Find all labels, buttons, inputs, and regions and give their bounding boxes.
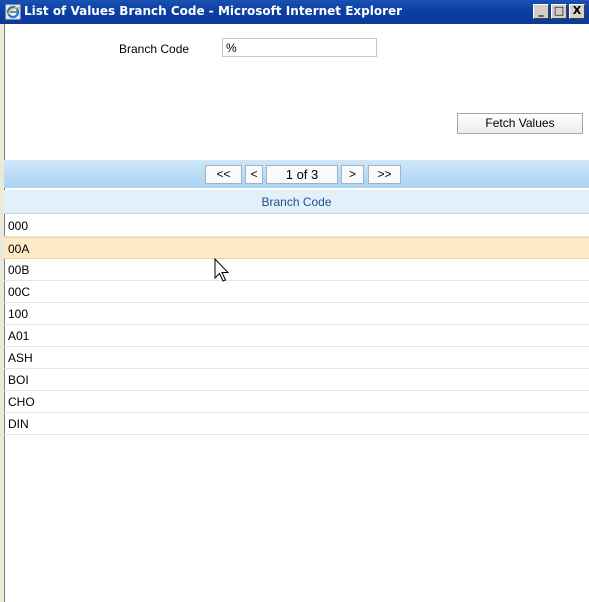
ie-window: List of Values Branch Code - Microsoft I… <box>0 0 589 602</box>
branch-code-input[interactable] <box>222 38 377 57</box>
window-title: List of Values Branch Code - Microsoft I… <box>24 4 403 18</box>
table-row[interactable]: 00B <box>4 259 589 281</box>
table-row[interactable]: CHO <box>4 391 589 413</box>
previous-page-button[interactable]: < <box>245 165 263 184</box>
close-button[interactable]: X <box>569 4 585 19</box>
page-indicator: 1 of 3 <box>266 165 338 184</box>
table-row[interactable]: 000 <box>4 215 589 237</box>
mouse-pointer-icon <box>214 258 230 282</box>
column-header[interactable]: Branch Code <box>4 190 589 214</box>
table-row[interactable]: 00C <box>4 281 589 303</box>
maximize-button[interactable]: □ <box>551 4 567 19</box>
next-page-button[interactable]: > <box>341 165 364 184</box>
table-row[interactable]: 100 <box>4 303 589 325</box>
branch-code-label: Branch Code <box>119 42 190 56</box>
last-page-button[interactable]: >> <box>368 165 401 184</box>
table-row[interactable]: DIN <box>4 413 589 435</box>
pagination-bar: << < 1 of 3 > >> <box>4 160 589 188</box>
table-row-selected[interactable]: 00A <box>4 237 589 259</box>
fetch-values-button[interactable]: Fetch Values <box>457 113 583 134</box>
internet-explorer-icon <box>5 4 21 20</box>
table-row[interactable]: BOI <box>4 369 589 391</box>
results-list: 000 00A 00B 00C 100 A01 ASH BOI CHO DIN <box>4 215 589 435</box>
column-header-label: Branch Code <box>261 195 332 209</box>
table-row[interactable]: ASH <box>4 347 589 369</box>
title-bar[interactable]: List of Values Branch Code - Microsoft I… <box>0 0 589 24</box>
minimize-button[interactable]: _ <box>533 4 549 19</box>
table-row[interactable]: A01 <box>4 325 589 347</box>
first-page-button[interactable]: << <box>205 165 242 184</box>
